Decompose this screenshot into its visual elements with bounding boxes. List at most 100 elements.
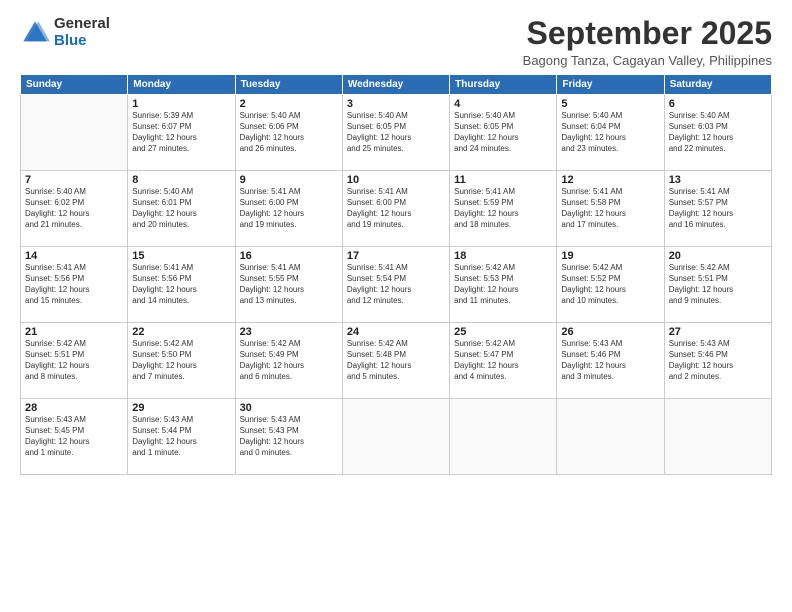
calendar-week-row: 1Sunrise: 5:39 AM Sunset: 6:07 PM Daylig… [21,95,772,171]
table-row: 28Sunrise: 5:43 AM Sunset: 5:45 PM Dayli… [21,399,128,475]
day-number: 8 [132,174,230,186]
table-row: 6Sunrise: 5:40 AM Sunset: 6:03 PM Daylig… [664,95,771,171]
day-info: Sunrise: 5:40 AM Sunset: 6:05 PM Dayligh… [454,111,552,154]
day-info: Sunrise: 5:42 AM Sunset: 5:51 PM Dayligh… [25,339,123,382]
table-row: 8Sunrise: 5:40 AM Sunset: 6:01 PM Daylig… [128,171,235,247]
day-info: Sunrise: 5:42 AM Sunset: 5:53 PM Dayligh… [454,263,552,306]
day-number: 21 [25,326,123,338]
day-number: 3 [347,98,445,110]
day-number: 19 [561,250,659,262]
table-row: 13Sunrise: 5:41 AM Sunset: 5:57 PM Dayli… [664,171,771,247]
day-info: Sunrise: 5:42 AM Sunset: 5:48 PM Dayligh… [347,339,445,382]
day-info: Sunrise: 5:42 AM Sunset: 5:50 PM Dayligh… [132,339,230,382]
table-row [342,399,449,475]
table-row: 1Sunrise: 5:39 AM Sunset: 6:07 PM Daylig… [128,95,235,171]
day-info: Sunrise: 5:43 AM Sunset: 5:44 PM Dayligh… [132,415,230,458]
table-row: 27Sunrise: 5:43 AM Sunset: 5:46 PM Dayli… [664,323,771,399]
logo-icon [20,18,50,48]
table-row: 26Sunrise: 5:43 AM Sunset: 5:46 PM Dayli… [557,323,664,399]
title-block: September 2025 Bagong Tanza, Cagayan Val… [523,16,772,68]
col-thursday: Thursday [450,75,557,95]
day-number: 20 [669,250,767,262]
day-number: 30 [240,402,338,414]
col-monday: Monday [128,75,235,95]
col-friday: Friday [557,75,664,95]
day-info: Sunrise: 5:42 AM Sunset: 5:47 PM Dayligh… [454,339,552,382]
logo-text: General Blue [54,16,110,49]
header: General Blue September 2025 Bagong Tanza… [20,16,772,68]
day-number: 28 [25,402,123,414]
day-number: 26 [561,326,659,338]
page: General Blue September 2025 Bagong Tanza… [0,0,792,612]
table-row: 10Sunrise: 5:41 AM Sunset: 6:00 PM Dayli… [342,171,449,247]
day-number: 1 [132,98,230,110]
day-info: Sunrise: 5:42 AM Sunset: 5:49 PM Dayligh… [240,339,338,382]
day-number: 9 [240,174,338,186]
calendar-body: 1Sunrise: 5:39 AM Sunset: 6:07 PM Daylig… [21,95,772,475]
day-number: 27 [669,326,767,338]
table-row: 20Sunrise: 5:42 AM Sunset: 5:51 PM Dayli… [664,247,771,323]
day-number: 2 [240,98,338,110]
table-row: 17Sunrise: 5:41 AM Sunset: 5:54 PM Dayli… [342,247,449,323]
calendar-table: Sunday Monday Tuesday Wednesday Thursday… [20,74,772,475]
day-info: Sunrise: 5:41 AM Sunset: 6:00 PM Dayligh… [347,187,445,230]
calendar-week-row: 28Sunrise: 5:43 AM Sunset: 5:45 PM Dayli… [21,399,772,475]
day-number: 22 [132,326,230,338]
table-row: 3Sunrise: 5:40 AM Sunset: 6:05 PM Daylig… [342,95,449,171]
day-number: 29 [132,402,230,414]
col-wednesday: Wednesday [342,75,449,95]
day-info: Sunrise: 5:43 AM Sunset: 5:45 PM Dayligh… [25,415,123,458]
day-number: 11 [454,174,552,186]
table-row: 4Sunrise: 5:40 AM Sunset: 6:05 PM Daylig… [450,95,557,171]
day-number: 12 [561,174,659,186]
day-info: Sunrise: 5:40 AM Sunset: 6:05 PM Dayligh… [347,111,445,154]
table-row: 24Sunrise: 5:42 AM Sunset: 5:48 PM Dayli… [342,323,449,399]
day-info: Sunrise: 5:43 AM Sunset: 5:46 PM Dayligh… [669,339,767,382]
table-row: 23Sunrise: 5:42 AM Sunset: 5:49 PM Dayli… [235,323,342,399]
day-number: 4 [454,98,552,110]
month-title: September 2025 [523,16,772,51]
day-number: 10 [347,174,445,186]
location: Bagong Tanza, Cagayan Valley, Philippine… [523,53,772,68]
logo-blue-text: Blue [54,33,110,50]
col-tuesday: Tuesday [235,75,342,95]
day-number: 7 [25,174,123,186]
table-row [557,399,664,475]
calendar-week-row: 14Sunrise: 5:41 AM Sunset: 5:56 PM Dayli… [21,247,772,323]
table-row: 22Sunrise: 5:42 AM Sunset: 5:50 PM Dayli… [128,323,235,399]
day-info: Sunrise: 5:41 AM Sunset: 5:56 PM Dayligh… [25,263,123,306]
day-info: Sunrise: 5:41 AM Sunset: 5:56 PM Dayligh… [132,263,230,306]
col-saturday: Saturday [664,75,771,95]
table-row: 2Sunrise: 5:40 AM Sunset: 6:06 PM Daylig… [235,95,342,171]
logo: General Blue [20,16,110,49]
table-row: 12Sunrise: 5:41 AM Sunset: 5:58 PM Dayli… [557,171,664,247]
table-row [664,399,771,475]
logo-general: General [54,16,110,33]
table-row [21,95,128,171]
day-number: 23 [240,326,338,338]
table-row: 29Sunrise: 5:43 AM Sunset: 5:44 PM Dayli… [128,399,235,475]
day-number: 18 [454,250,552,262]
table-row: 16Sunrise: 5:41 AM Sunset: 5:55 PM Dayli… [235,247,342,323]
table-row: 11Sunrise: 5:41 AM Sunset: 5:59 PM Dayli… [450,171,557,247]
day-info: Sunrise: 5:41 AM Sunset: 5:57 PM Dayligh… [669,187,767,230]
day-info: Sunrise: 5:41 AM Sunset: 5:55 PM Dayligh… [240,263,338,306]
day-number: 16 [240,250,338,262]
day-number: 24 [347,326,445,338]
day-info: Sunrise: 5:41 AM Sunset: 5:59 PM Dayligh… [454,187,552,230]
day-info: Sunrise: 5:40 AM Sunset: 6:06 PM Dayligh… [240,111,338,154]
table-row: 15Sunrise: 5:41 AM Sunset: 5:56 PM Dayli… [128,247,235,323]
day-info: Sunrise: 5:41 AM Sunset: 5:58 PM Dayligh… [561,187,659,230]
col-sunday: Sunday [21,75,128,95]
table-row: 9Sunrise: 5:41 AM Sunset: 6:00 PM Daylig… [235,171,342,247]
table-row: 19Sunrise: 5:42 AM Sunset: 5:52 PM Dayli… [557,247,664,323]
day-info: Sunrise: 5:40 AM Sunset: 6:03 PM Dayligh… [669,111,767,154]
day-info: Sunrise: 5:42 AM Sunset: 5:51 PM Dayligh… [669,263,767,306]
day-number: 13 [669,174,767,186]
day-number: 5 [561,98,659,110]
day-info: Sunrise: 5:41 AM Sunset: 6:00 PM Dayligh… [240,187,338,230]
day-info: Sunrise: 5:43 AM Sunset: 5:43 PM Dayligh… [240,415,338,458]
table-row: 25Sunrise: 5:42 AM Sunset: 5:47 PM Dayli… [450,323,557,399]
day-info: Sunrise: 5:40 AM Sunset: 6:04 PM Dayligh… [561,111,659,154]
day-info: Sunrise: 5:40 AM Sunset: 6:01 PM Dayligh… [132,187,230,230]
